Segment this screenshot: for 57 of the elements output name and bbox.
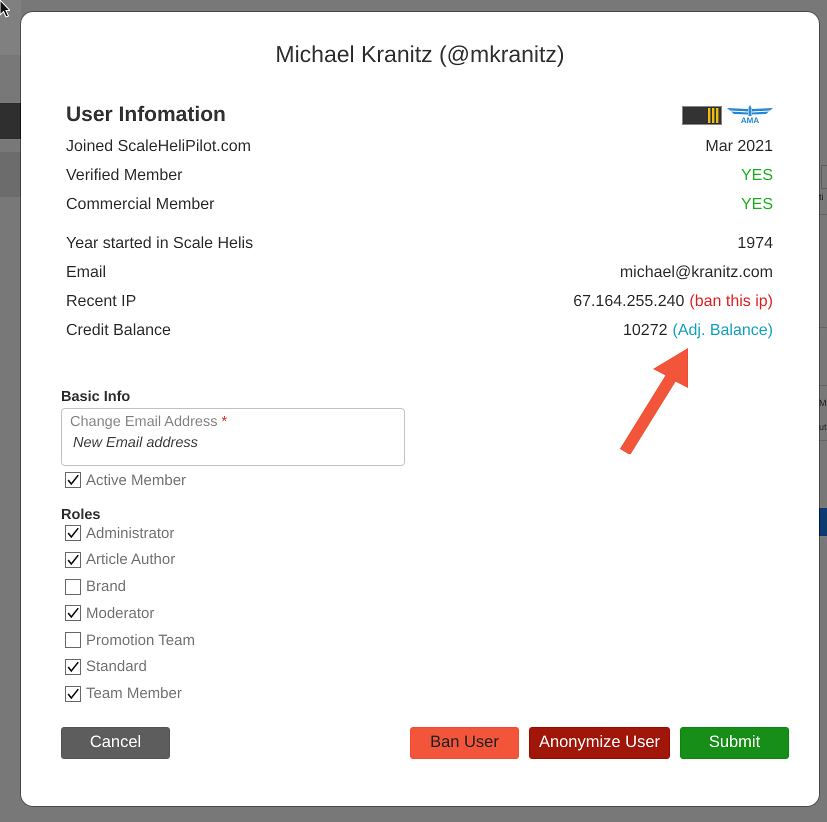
info-label: Recent IP <box>66 292 136 310</box>
checkbox[interactable] <box>65 578 81 595</box>
info-value: 67.164.255.240 <box>573 292 684 310</box>
checkbox[interactable] <box>65 552 81 568</box>
checkbox-label: Administrator <box>86 524 174 542</box>
info-value: 1974 <box>737 234 773 252</box>
submit-button[interactable]: Submit <box>680 726 789 759</box>
checkbox[interactable] <box>65 605 81 622</box>
info-label: Commercial Member <box>66 196 214 214</box>
check-icon <box>66 552 80 567</box>
status-value: YES <box>740 166 773 184</box>
background-bar <box>0 103 21 139</box>
cancel-button[interactable]: Cancel <box>61 726 170 759</box>
status-value: YES <box>740 196 773 214</box>
action-link[interactable]: (ban this ip) <box>689 292 773 310</box>
background-text: ti <box>819 191 824 203</box>
check-icon <box>66 473 80 487</box>
checkbox-label: Standard <box>86 658 147 676</box>
background-text: M <box>819 397 827 409</box>
info-label: Credit Balance <box>66 322 171 340</box>
email-input[interactable]: New Email address <box>70 435 393 451</box>
checkbox-label: Brand <box>86 578 126 596</box>
info-value: michael@kranitz.com <box>620 264 773 282</box>
checkbox[interactable] <box>65 525 81 541</box>
checkbox-label: Active Member <box>86 472 186 488</box>
cursor-icon <box>0 0 10 18</box>
checkbox-label: Moderator <box>86 604 154 622</box>
info-label: Joined ScaleHeliPilot.com <box>66 138 251 156</box>
checkbox-label: Article Author <box>86 551 176 568</box>
background-panel <box>819 508 827 536</box>
section-title: Basic Info <box>61 388 132 407</box>
rank-stripes-icon <box>682 106 722 124</box>
info-label: Year started in Scale Helis <box>66 234 254 252</box>
section-title: User Infomation <box>66 102 226 128</box>
checkbox[interactable] <box>65 686 81 702</box>
info-label: Verified Member <box>66 166 182 184</box>
checkbox[interactable] <box>65 472 81 488</box>
check-icon <box>66 686 80 701</box>
checkbox-label: Team Member <box>86 685 182 702</box>
checkbox[interactable] <box>65 632 81 648</box>
check-icon <box>66 660 80 674</box>
info-value: Mar 2021 <box>705 138 773 156</box>
info-value: 10272 <box>623 322 668 340</box>
email-field[interactable]: Change Email Address * New Email address <box>61 408 405 466</box>
checkbox-label: Promotion Team <box>86 632 195 649</box>
background-text: ut <box>819 421 827 433</box>
checkbox[interactable] <box>65 658 81 675</box>
ban-user-button[interactable]: Ban User <box>410 726 519 759</box>
action-link[interactable]: (Adj. Balance) <box>672 322 773 340</box>
section-title: Roles <box>61 506 100 524</box>
wings-logo: AMA <box>727 105 773 125</box>
check-icon <box>66 526 80 540</box>
check-icon <box>66 606 80 620</box>
anonymize-user-button[interactable]: Anonymize User <box>528 726 670 759</box>
dialog-title: Michael Kranitz (@mkranitz) <box>275 40 565 69</box>
search-field[interactable] <box>821 165 827 189</box>
info-label: Email <box>66 264 106 282</box>
